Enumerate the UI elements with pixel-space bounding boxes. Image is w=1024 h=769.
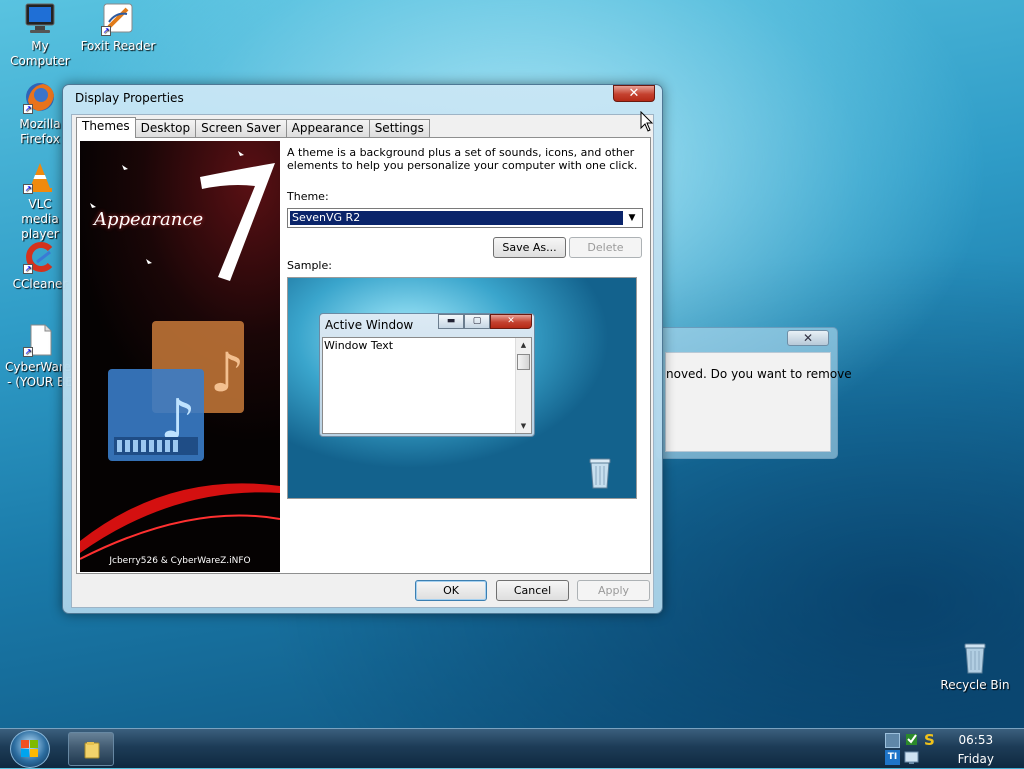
scroll-up-icon: ▲ — [520, 341, 527, 349]
theme-description: A theme is a background plus a set of so… — [287, 146, 638, 172]
close-icon: ✕ — [490, 314, 532, 329]
sample-window-controls: ▬ ▢ ✕ — [438, 314, 532, 329]
tab-themes[interactable]: Themes — [76, 117, 136, 138]
delete-button[interactable]: Delete — [569, 237, 642, 258]
folder-icon — [84, 742, 100, 759]
background-message-dialog[interactable]: ✕ noved. Do you want to remove — [656, 327, 852, 459]
theme-dropdown-value: SevenVG R2 — [290, 211, 623, 225]
mouse-cursor-icon — [640, 111, 654, 132]
tab-desktop[interactable]: Desktop — [134, 119, 197, 138]
tray-language-icon[interactable]: TI — [885, 750, 900, 765]
desktop-icon-recycle-bin[interactable]: Recycle Bin — [935, 641, 1015, 693]
sample-window-text: Window Text — [324, 339, 394, 352]
ok-button[interactable]: OK — [415, 580, 487, 601]
display-properties-dialog[interactable]: Display Properties ✕ Themes Desktop Scre… — [62, 84, 663, 614]
dropdown-arrow-icon[interactable]: ▼ — [624, 211, 640, 225]
document-icon: ↗ — [23, 323, 57, 357]
minimize-icon: ▬ — [438, 314, 464, 329]
sample-window-title: Active Window — [325, 318, 414, 332]
clock-time: 06:53 — [958, 733, 994, 747]
taskbar-window-button[interactable] — [68, 732, 114, 766]
tab-strip: Themes Desktop Screen Saver Appearance S… — [76, 117, 430, 138]
sample-active-window: Active Window ▬ ▢ ✕ Window Text ▲ ▼ — [319, 313, 535, 437]
cancel-button[interactable]: Cancel — [496, 580, 569, 601]
vlc-cone-icon: ↗ — [23, 160, 57, 194]
tab-settings[interactable]: Settings — [368, 119, 430, 138]
desktop-icon-label: Recycle Bin — [940, 678, 1010, 692]
taskbar-clock[interactable]: 06:53 Friday — [958, 731, 994, 769]
background-dialog-message: noved. Do you want to remove — [666, 367, 852, 381]
sample-label: Sample: — [287, 259, 332, 272]
themes-tab-panel: ♪ ♪ Appearance Jcberry526 & CyberWareZ.i… — [76, 137, 651, 574]
save-as-button[interactable]: Save As... — [493, 237, 566, 258]
foxit-icon: ↗ — [101, 2, 135, 36]
sample-recycle-bin-icon — [589, 458, 611, 489]
desktop-icon-my-computer[interactable]: My Computer — [0, 2, 80, 69]
art-title: Appearance — [94, 209, 204, 230]
apply-button[interactable]: Apply — [577, 580, 650, 601]
tab-appearance[interactable]: Appearance — [285, 119, 370, 138]
seven-numeral-mark — [200, 163, 275, 281]
art-credit: Jcberry526 & CyberWareZ.iNFO — [109, 556, 251, 566]
start-button[interactable] — [10, 730, 50, 768]
desktop-icon-label: Foxit Reader — [80, 39, 156, 53]
background-dialog-body: noved. Do you want to remove — [665, 352, 852, 452]
maximize-icon: ▢ — [464, 314, 490, 329]
recycle-bin-icon — [958, 641, 992, 675]
desktop-icon-foxit-reader[interactable]: ↗ Foxit Reader — [78, 2, 158, 54]
dialog-client-area: Themes Desktop Screen Saver Appearance S… — [71, 114, 654, 608]
tray-update-icon[interactable] — [904, 732, 919, 747]
windows-flag-icon — [21, 740, 39, 758]
tray-display-icon[interactable] — [904, 750, 919, 765]
scroll-thumb — [517, 354, 530, 370]
sample-scrollbar: ▲ ▼ — [515, 338, 531, 433]
tab-screen-saver[interactable]: Screen Saver — [195, 119, 287, 138]
background-dialog-close-button[interactable]: ✕ — [787, 330, 829, 346]
taskbar: S TI 06:53 Friday — [0, 728, 1024, 768]
desktop-icon-label: My Computer — [10, 39, 70, 68]
scroll-down-icon: ▼ — [520, 422, 527, 430]
svg-text:S: S — [924, 732, 935, 747]
dialog-title: Display Properties — [75, 91, 184, 105]
clock-day: Friday — [957, 752, 994, 766]
theme-sample-preview: Active Window ▬ ▢ ✕ Window Text ▲ ▼ — [287, 277, 637, 499]
ccleaner-icon: ↗ — [23, 240, 57, 274]
tray-s-app-icon[interactable]: S — [922, 731, 937, 749]
monitor-icon — [23, 2, 57, 36]
theme-label: Theme: — [287, 190, 329, 203]
tray-network-icon[interactable] — [885, 733, 900, 748]
theme-preview-art: ♪ ♪ Appearance Jcberry526 & CyberWareZ.i… — [80, 141, 280, 572]
theme-dropdown[interactable]: SevenVG R2 ▼ — [287, 208, 643, 228]
svg-text:♪: ♪ — [210, 341, 244, 404]
dialog-close-button[interactable]: ✕ — [613, 85, 655, 102]
sample-window-body: Window Text ▲ ▼ — [322, 337, 532, 434]
firefox-icon: ↗ — [23, 80, 57, 114]
